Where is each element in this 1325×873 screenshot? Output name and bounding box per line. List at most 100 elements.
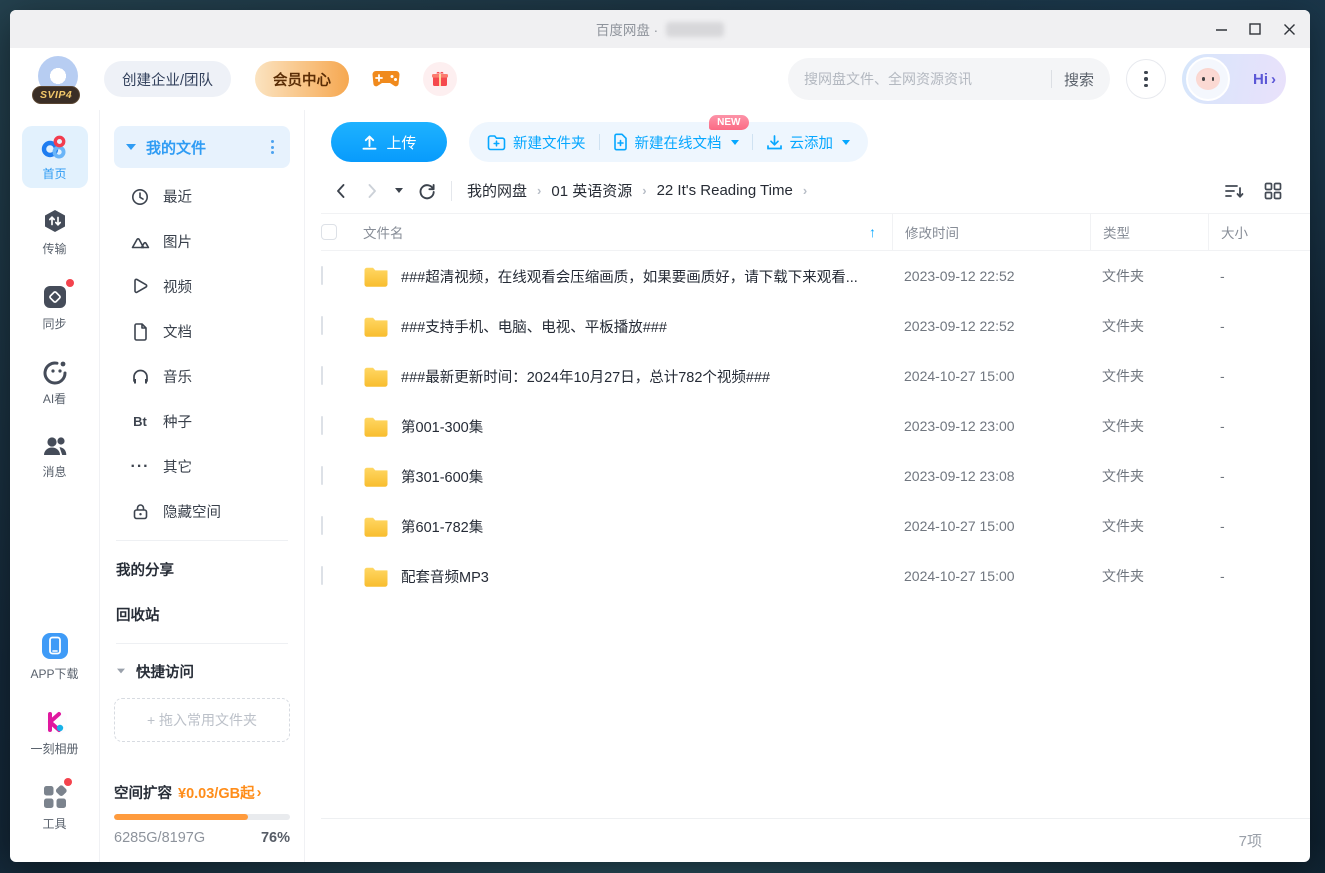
rail-item-tools[interactable]: 工具 [22, 776, 88, 838]
account-button[interactable]: Hi › [1182, 54, 1286, 104]
upload-button[interactable]: 上传 [331, 122, 447, 162]
home-netdisk-icon [40, 133, 70, 161]
file-row[interactable]: 第601-782集 2024-10-27 15:00 文件夹 - [321, 501, 1310, 551]
sidebar-item-hidden-space[interactable]: 隐藏空间 [114, 489, 290, 534]
toolbar-group: 新建文件夹 NEW 新建在线文档 [469, 122, 868, 162]
search-button[interactable]: 搜索 [1064, 69, 1094, 90]
game-center-button[interactable] [369, 62, 403, 96]
rail-item-home[interactable]: 首页 [22, 126, 88, 188]
vip-center-button[interactable]: 会员中心 [255, 61, 349, 97]
sidebar-nav: 最近 图片 视频 文档 [114, 174, 290, 534]
rail-label: 同步 [42, 315, 66, 332]
rail-item-yike-album[interactable]: 一刻相册 [22, 701, 88, 763]
row-checkbox[interactable] [321, 566, 323, 585]
rail-item-app-download[interactable]: APP下载 [22, 624, 88, 688]
gift-button[interactable] [423, 62, 457, 96]
storage-expand-link[interactable]: 空间扩容 ¥0.03/GB起 › [114, 782, 290, 803]
breadcrumb-caret[interactable]: › [803, 183, 807, 198]
create-team-button[interactable]: 创建企业/团队 [104, 61, 231, 97]
file-name[interactable]: ###最新更新时间：2024年10月27日，总计782个视频### [401, 366, 770, 387]
column-size[interactable]: 大小 [1208, 214, 1310, 250]
forward-button[interactable] [364, 183, 380, 199]
close-button[interactable] [1272, 10, 1306, 48]
sidebar-item-torrents[interactable]: Bt 种子 [114, 399, 290, 444]
folder-icon [363, 566, 389, 587]
file-name[interactable]: 第301-600集 [401, 466, 483, 487]
file-name[interactable]: 配套音频MP3 [401, 566, 489, 587]
column-modified[interactable]: 修改时间 [892, 214, 1090, 250]
maximize-button[interactable] [1238, 10, 1272, 48]
refresh-button[interactable] [418, 182, 436, 200]
titlebar[interactable]: 百度网盘 · [10, 10, 1310, 48]
ai-view-icon [41, 358, 69, 386]
sidebar-item-music[interactable]: 音乐 [114, 354, 290, 399]
column-name[interactable]: 文件名 [363, 222, 404, 242]
app-logo[interactable]: SVIP4 [34, 56, 78, 102]
back-button[interactable] [333, 183, 349, 199]
yike-album-icon [41, 708, 69, 736]
minimize-icon [1215, 23, 1228, 36]
file-name[interactable]: ###超清视频，在线观看会压缩画质，如果要画质好，请下载下来观看... [401, 266, 858, 287]
search-box[interactable]: 搜索 [788, 58, 1110, 100]
breadcrumb-root[interactable]: 我的网盘 [467, 180, 527, 201]
drop-favorite-folder-zone[interactable]: + 拖入常用文件夹 [114, 698, 290, 742]
row-checkbox[interactable] [321, 316, 323, 335]
document-icon [130, 323, 150, 341]
sidebar: 我的文件 最近 图片 [100, 110, 305, 862]
sidebar-item-my-shares[interactable]: 我的分享 [114, 547, 290, 592]
file-list: ###超清视频，在线观看会压缩画质，如果要画质好，请下载下来观看... 2023… [321, 251, 1310, 601]
breadcrumb-folder[interactable]: 01 英语资源 [551, 180, 632, 201]
rail-item-transfer[interactable]: 传输 [22, 201, 88, 263]
new-online-doc-button[interactable]: NEW 新建在线文档 [613, 132, 739, 153]
minimize-button[interactable] [1204, 10, 1238, 48]
file-name[interactable]: 第601-782集 [401, 516, 483, 537]
file-type: 文件夹 [1090, 416, 1208, 436]
sidebar-item-documents[interactable]: 文档 [114, 309, 290, 354]
sort-ascending-icon[interactable]: ↑ [869, 224, 876, 240]
file-row[interactable]: ###支持手机、电脑、电视、平板播放### 2023-09-12 22:52 文… [321, 301, 1310, 351]
cloud-add-button[interactable]: 云添加 [766, 132, 851, 153]
file-type: 文件夹 [1090, 366, 1208, 386]
row-checkbox[interactable] [321, 366, 323, 385]
row-checkbox[interactable] [321, 516, 323, 535]
rail-item-messages[interactable]: 消息 [22, 426, 88, 486]
rail-item-sync[interactable]: 同步 [22, 276, 88, 338]
sidebar-my-files[interactable]: 我的文件 [114, 126, 290, 168]
lock-icon [130, 503, 150, 520]
window-title: 百度网盘 · [596, 19, 658, 39]
sidebar-item-videos[interactable]: 视频 [114, 264, 290, 309]
transfer-icon [41, 208, 69, 236]
file-name[interactable]: 第001-300集 [401, 416, 483, 437]
file-name[interactable]: ###支持手机、电脑、电视、平板播放### [401, 316, 667, 337]
file-row[interactable]: 第001-300集 2023-09-12 23:00 文件夹 - [321, 401, 1310, 451]
sidebar-item-others[interactable]: ··· 其它 [114, 444, 290, 489]
column-type[interactable]: 类型 [1090, 214, 1208, 250]
file-row[interactable]: ###最新更新时间：2024年10月27日，总计782个视频### 2024-1… [321, 351, 1310, 401]
app-header: SVIP4 创建企业/团队 会员中心 搜索 [10, 48, 1310, 110]
sort-button[interactable] [1224, 182, 1244, 200]
sidebar-item-recycle-bin[interactable]: 回收站 [114, 592, 290, 637]
rail-item-ai-view[interactable]: AI看 [22, 351, 88, 413]
my-files-menu-button[interactable] [267, 136, 278, 158]
new-folder-button[interactable]: 新建文件夹 [487, 132, 586, 153]
file-row[interactable]: 配套音频MP3 2024-10-27 15:00 文件夹 - [321, 551, 1310, 601]
quick-access-header[interactable]: 快捷访问 [114, 650, 290, 692]
more-menu-button[interactable] [1126, 59, 1166, 99]
grid-view-button[interactable] [1264, 182, 1282, 200]
sidebar-item-pictures[interactable]: 图片 [114, 219, 290, 264]
history-dropdown-button[interactable] [395, 188, 403, 193]
row-checkbox[interactable] [321, 466, 323, 485]
sidebar-item-recent[interactable]: 最近 [114, 174, 290, 219]
file-row[interactable]: 第301-600集 2023-09-12 23:08 文件夹 - [321, 451, 1310, 501]
breadcrumb-current[interactable]: 22 It's Reading Time [657, 182, 793, 199]
row-checkbox[interactable] [321, 416, 323, 435]
file-type: 文件夹 [1090, 266, 1208, 286]
notification-dot [64, 778, 72, 786]
select-all-checkbox[interactable] [321, 224, 337, 240]
caret-down-icon [731, 140, 739, 145]
search-input[interactable] [804, 71, 1039, 87]
file-row[interactable]: ###超清视频，在线观看会压缩画质，如果要画质好，请下载下来观看... 2023… [321, 251, 1310, 301]
storage-panel: 空间扩容 ¥0.03/GB起 › 6285G/8197G 76% [114, 782, 290, 846]
row-checkbox[interactable] [321, 266, 323, 285]
quick-access-label: 快捷访问 [136, 661, 194, 682]
